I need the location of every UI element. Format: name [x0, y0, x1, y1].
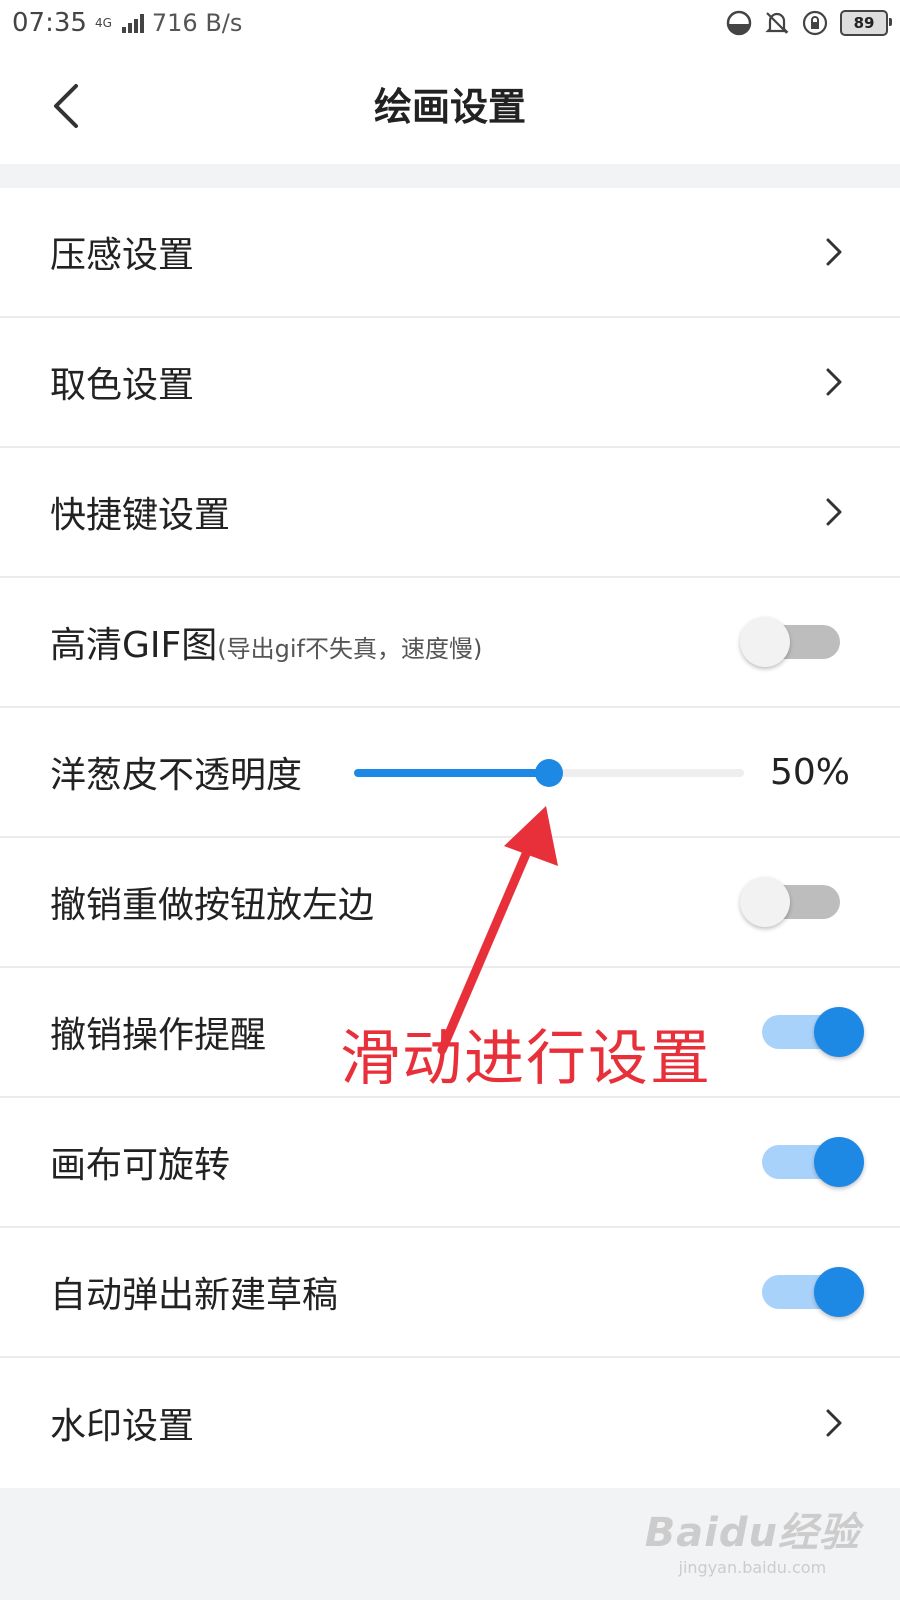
- page-title: 绘画设置: [373, 85, 526, 129]
- watermark-url: jingyan.baidu.com: [678, 1558, 827, 1577]
- onion-opacity-value: 50%: [769, 751, 850, 793]
- toggle-knob: [740, 877, 790, 927]
- rotation-lock-icon: [802, 10, 828, 36]
- settings-row-label: 画布可旋转: [50, 1145, 231, 1186]
- settings-row-label: 快捷键设置: [50, 495, 231, 536]
- watermark-brand: Baidu经验: [644, 1510, 860, 1556]
- hd-gif-label: 高清GIF图: [50, 625, 218, 666]
- data-saver-icon: [726, 10, 752, 36]
- settings-row-canvas-rotate: 画布可旋转: [0, 1098, 900, 1228]
- settings-row-hd-gif: 高清GIF图(导出gif不失真，速度慢): [0, 578, 900, 708]
- baidu-watermark: Baidu经验 jingyan.baidu.com: [645, 1500, 860, 1577]
- status-right: 89: [726, 10, 892, 36]
- signal-icon: [121, 13, 144, 33]
- settings-row-label: 高清GIF图(导出gif不失真，速度慢): [50, 616, 482, 668]
- toggle-knob: [814, 1267, 864, 1317]
- chevron-right-icon: [826, 238, 842, 266]
- slider-thumb[interactable]: [535, 759, 563, 787]
- network-speed: 716 B/s: [151, 9, 243, 37]
- bell-muted-icon: [764, 10, 790, 36]
- annotation-text: 滑动进行设置: [340, 1024, 712, 1094]
- undo-left-toggle[interactable]: [740, 877, 840, 927]
- toggle-knob: [740, 617, 790, 667]
- settings-row-label: 取色设置: [50, 365, 195, 406]
- onion-opacity-slider[interactable]: [354, 759, 744, 787]
- settings-row-label: 压感设置: [50, 235, 195, 276]
- battery-icon: 89: [840, 10, 892, 36]
- chevron-right-icon: [826, 1409, 842, 1437]
- status-left: 07:35 4G 716 B/s: [12, 8, 242, 38]
- settings-row-label: 撤销操作提醒: [50, 1015, 267, 1056]
- chevron-right-icon: [826, 498, 842, 526]
- hd-gif-toggle[interactable]: [740, 617, 840, 667]
- settings-row-pressure[interactable]: 压感设置: [0, 188, 900, 318]
- auto-new-draft-toggle[interactable]: [762, 1267, 864, 1317]
- status-time: 07:35: [12, 8, 87, 38]
- settings-row-label: 洋葱皮不透明度: [50, 755, 303, 796]
- slider-fill: [354, 769, 549, 777]
- hd-gif-sublabel: (导出gif不失真，速度慢): [217, 635, 483, 663]
- undo-reminder-toggle[interactable]: [762, 1007, 864, 1057]
- settings-row-shortcuts[interactable]: 快捷键设置: [0, 448, 900, 578]
- chevron-right-icon: [826, 368, 842, 396]
- settings-row-color-pick[interactable]: 取色设置: [0, 318, 900, 448]
- settings-row-label: 撤销重做按钮放左边: [50, 885, 375, 926]
- settings-row-label: 自动弹出新建草稿: [50, 1275, 339, 1316]
- network-type: 4G: [94, 16, 112, 30]
- toggle-knob: [814, 1007, 864, 1057]
- canvas-rotate-toggle[interactable]: [762, 1137, 864, 1187]
- status-bar: 07:35 4G 716 B/s 89: [0, 0, 900, 46]
- settings-row-watermark[interactable]: 水印设置: [0, 1358, 900, 1488]
- toggle-knob: [814, 1137, 864, 1187]
- app-header: 绘画设置: [0, 46, 900, 164]
- settings-row-label: 水印设置: [50, 1406, 195, 1447]
- settings-row-auto-new-draft: 自动弹出新建草稿: [0, 1228, 900, 1358]
